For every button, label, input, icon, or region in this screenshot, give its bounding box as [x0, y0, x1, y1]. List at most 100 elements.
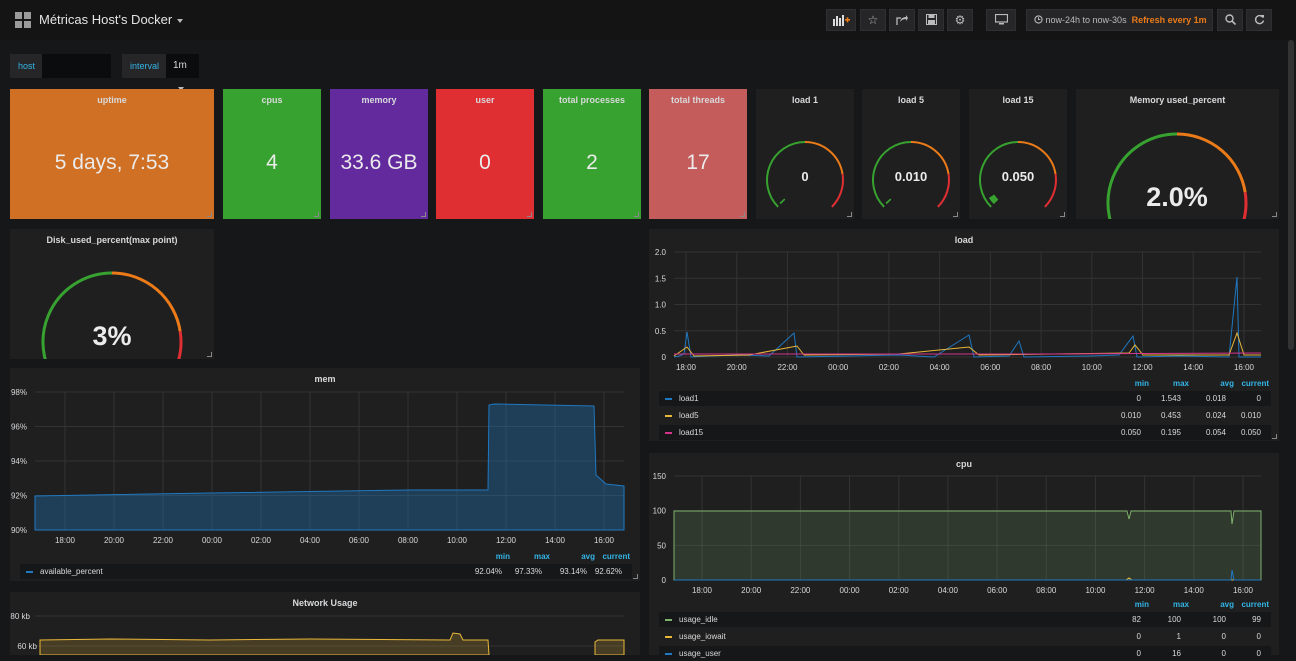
- gauge-fill: [779, 198, 786, 205]
- refresh-button[interactable]: [1246, 9, 1272, 31]
- gauge-threshold-red: [831, 173, 844, 208]
- variable-interval-select[interactable]: 1m: [166, 54, 199, 92]
- legend-stat-value: 0: [1136, 649, 1141, 658]
- variable-host-select[interactable]: [42, 54, 111, 78]
- legend-column-header[interactable]: current: [1241, 600, 1269, 609]
- dashboard-title-dropdown[interactable]: Métricas Host's Docker: [39, 12, 184, 27]
- legend-column-header[interactable]: max: [534, 552, 550, 561]
- legend-series-name[interactable]: load15: [679, 428, 703, 437]
- legend-row[interactable]: usage_user 0 16 0 0: [659, 646, 1271, 661]
- legend-column-header[interactable]: min: [1135, 379, 1149, 388]
- save-button[interactable]: [918, 9, 944, 31]
- legend-row[interactable]: usage_iowait 0 1 0 0: [659, 629, 1271, 644]
- load15-gauge: 0.050: [979, 141, 1057, 208]
- load5-gauge-panel[interactable]: load 5 0.010: [862, 89, 960, 219]
- legend-row[interactable]: load1 0 1.543 0.018 0: [659, 391, 1271, 406]
- legend-stat-value: 0: [1221, 632, 1226, 641]
- x-tick-label: 04:00: [300, 536, 321, 545]
- disk-used-gauge: 3%: [41, 271, 183, 359]
- legend-row[interactable]: load5 0.010 0.453 0.024 0.010: [659, 408, 1271, 423]
- y-tick-label: 94%: [11, 457, 27, 466]
- network-usage-panel[interactable]: Network Usage 80 kb 60 kb: [10, 592, 640, 655]
- page-scrollbar[interactable]: [1288, 40, 1294, 350]
- x-tick-label: 22:00: [153, 536, 174, 545]
- x-tick-label: 20:00: [727, 363, 748, 372]
- gauge-value: 3%: [92, 321, 131, 351]
- x-tick-label: 02:00: [879, 363, 900, 372]
- panel-resize-handle[interactable]: [633, 574, 638, 579]
- refresh-icon: [1254, 14, 1264, 25]
- x-tick-label: 16:00: [1233, 586, 1254, 595]
- load-graph-panel[interactable]: load 2.0 1.5 1.0 0.5 0 18:00 20:00 22:00 00:00 02…: [649, 229, 1279, 441]
- gauge-value: 2.0%: [1146, 182, 1208, 212]
- total-threads-panel[interactable]: total threads 17: [649, 89, 747, 219]
- gauge-fill: [988, 194, 999, 205]
- panel-resize-handle[interactable]: [740, 212, 745, 217]
- panel-title: user: [475, 95, 495, 105]
- y-tick-label: 50: [657, 541, 666, 550]
- memory-panel[interactable]: memory 33.6 GB: [330, 89, 428, 219]
- view-mode-button[interactable]: [986, 9, 1016, 31]
- legend-row[interactable]: available_percent 92.04% 97.33% 93.14% 92.62…: [20, 564, 632, 579]
- legend-stat-value: 0.050: [1120, 428, 1141, 437]
- legend-stat-value: 0.024: [1205, 411, 1226, 420]
- disk-used-percent-gauge-panel[interactable]: Disk_used_percent(max point) 3%: [10, 229, 214, 359]
- interval-value: 1m: [173, 60, 187, 71]
- legend-column-header[interactable]: current: [1241, 379, 1269, 388]
- legend-series-name[interactable]: load1: [679, 394, 699, 403]
- legend-series-name[interactable]: available_percent: [40, 567, 103, 576]
- panel-resize-handle[interactable]: [1272, 212, 1277, 217]
- variable-interval-label: interval: [122, 54, 166, 78]
- search-icon: [1224, 14, 1236, 26]
- panel-resize-handle[interactable]: [1272, 434, 1277, 439]
- total-processes-panel[interactable]: total processes 2: [543, 89, 641, 219]
- legend-column-header[interactable]: min: [1135, 600, 1149, 609]
- cpus-panel[interactable]: cpus 4: [223, 89, 321, 219]
- cpu-graph-panel[interactable]: cpu 150 100 50 0 18:00 20:00 22:00 00:00 02:00 04…: [649, 453, 1279, 661]
- user-panel[interactable]: user 0: [436, 89, 534, 219]
- legend-column-header[interactable]: current: [602, 552, 630, 561]
- cpu-chart: 150 100 50 0 18:00 20:00 22:00 00:00 02:00 04:00 0…: [653, 472, 1262, 595]
- legend-column-header[interactable]: max: [1173, 600, 1189, 609]
- add-panel-button[interactable]: [826, 9, 856, 31]
- share-button[interactable]: [889, 9, 915, 31]
- legend-row[interactable]: load15 0.050 0.195 0.054 0.050: [659, 425, 1271, 440]
- dashboard-title: Métricas Host's Docker: [39, 12, 173, 27]
- panel-resize-handle[interactable]: [207, 212, 212, 217]
- legend-column-header[interactable]: min: [496, 552, 510, 561]
- panel-resize-handle[interactable]: [314, 212, 319, 217]
- legend-series-name[interactable]: usage_iowait: [679, 632, 726, 641]
- time-range-picker[interactable]: now-24h to now-30s Refresh every 1m: [1026, 9, 1213, 31]
- legend-column-header[interactable]: avg: [581, 552, 595, 561]
- load1-gauge-panel[interactable]: load 1 0: [756, 89, 854, 219]
- legend-stat-value: 0: [1256, 394, 1261, 403]
- legend-series-name[interactable]: usage_user: [679, 649, 721, 658]
- settings-button[interactable]: ⚙: [947, 9, 973, 31]
- legend-row[interactable]: usage_idle 82 100 100 99: [659, 612, 1271, 627]
- dashboard-grid-icon[interactable]: [15, 12, 31, 28]
- zoom-out-button[interactable]: [1217, 9, 1243, 31]
- star-button[interactable]: ☆: [860, 9, 886, 31]
- legend-column-header[interactable]: avg: [1220, 600, 1234, 609]
- uptime-panel[interactable]: uptime 5 days, 7:53: [10, 89, 214, 219]
- network-series: [39, 632, 490, 655]
- mem-graph-panel[interactable]: mem 98% 96% 94% 92% 90% 18:00 20:00 22:00 00:00 0…: [10, 368, 640, 581]
- legend-stat-value: 0: [1256, 649, 1261, 658]
- panel-resize-handle[interactable]: [421, 212, 426, 217]
- memory-used-percent-gauge-panel[interactable]: Memory used_percent 2.0%: [1076, 89, 1279, 219]
- legend-column-header[interactable]: max: [1173, 379, 1189, 388]
- panel-resize-handle[interactable]: [527, 212, 532, 217]
- x-tick-label: 06:00: [980, 363, 1001, 372]
- load15-gauge-panel[interactable]: load 15 0.050: [969, 89, 1067, 219]
- y-tick-label: 92%: [11, 492, 27, 501]
- panel-resize-handle[interactable]: [847, 212, 852, 217]
- panel-resize-handle[interactable]: [953, 212, 958, 217]
- panel-title: total threads: [670, 95, 725, 105]
- x-tick-label: 14:00: [1184, 586, 1205, 595]
- panel-resize-handle[interactable]: [634, 212, 639, 217]
- legend-series-name[interactable]: load5: [679, 411, 699, 420]
- panel-resize-handle[interactable]: [207, 352, 212, 357]
- panel-resize-handle[interactable]: [1060, 212, 1065, 217]
- legend-column-header[interactable]: avg: [1220, 379, 1234, 388]
- legend-series-name[interactable]: usage_idle: [679, 615, 718, 624]
